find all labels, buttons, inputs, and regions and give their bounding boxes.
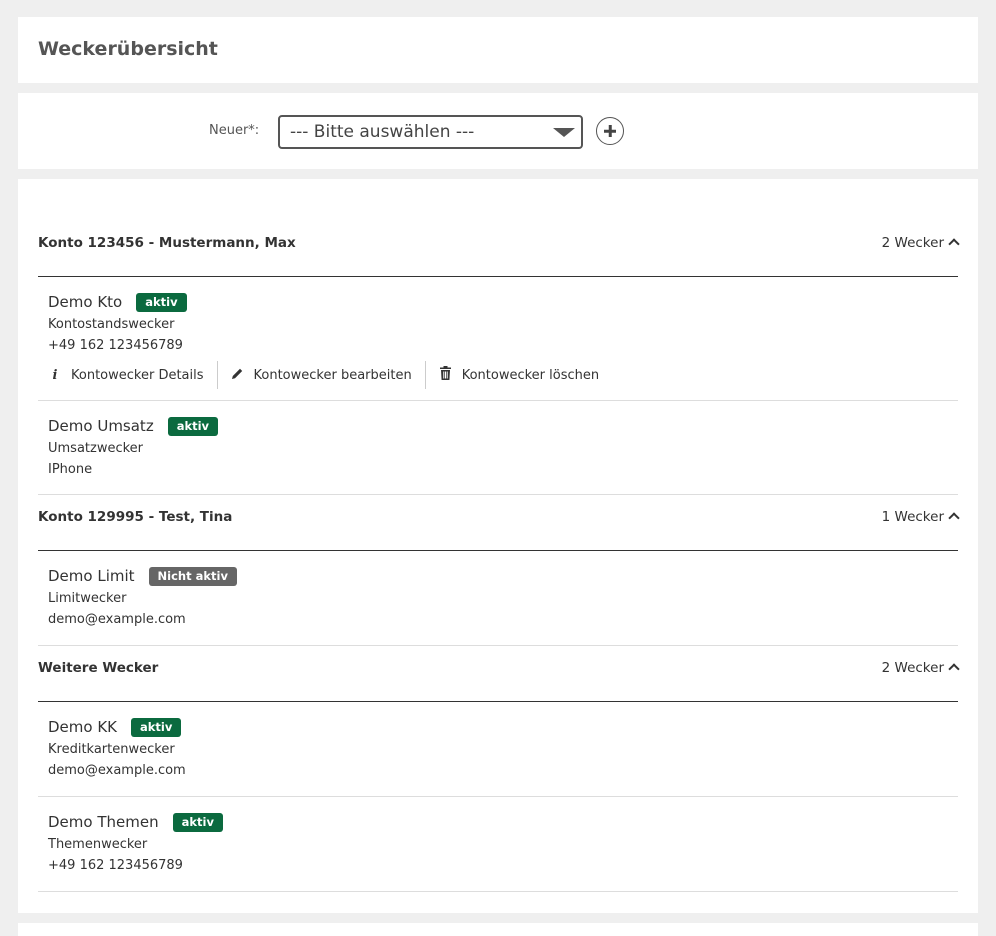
chevron-up-icon [948, 238, 960, 250]
alarm-type-select-value: --- Bitte auswählen --- [290, 122, 475, 142]
alarm-type: Kreditkartenwecker [48, 742, 175, 757]
edit-link[interactable]: Kontowecker bearbeiten [216, 361, 425, 389]
alarm-contact: demo@example.com [48, 612, 186, 627]
alarm-contact: +49 162 123456789 [48, 858, 183, 873]
group-count: 1 Wecker [881, 509, 944, 525]
alarm-list: Konto 123456 - Mustermann, Max 2 Wecker … [18, 179, 978, 913]
alarm-type-select[interactable]: --- Bitte auswählen --- [278, 115, 583, 149]
alarm-type: Umsatzwecker [48, 441, 144, 456]
group-toggle[interactable]: 2 Wecker [881, 660, 960, 676]
group-toggle[interactable]: 1 Wecker [881, 509, 960, 525]
new-alarm-panel: Neuer*: --- Bitte auswählen --- [18, 93, 978, 169]
alarm-contact: +49 162 123456789 [48, 338, 183, 353]
group-toggle[interactable]: 2 Wecker [881, 235, 960, 251]
alarm-type: Limitwecker [48, 591, 127, 606]
status-badge: aktiv [136, 293, 187, 312]
delete-label: Kontowecker löschen [461, 367, 600, 383]
group-count: 2 Wecker [881, 235, 944, 251]
details-link[interactable]: i Kontowecker Details [48, 361, 217, 389]
group-title: Konto 123456 - Mustermann, Max [38, 235, 296, 251]
page-header: Weckerübersicht [18, 17, 978, 83]
alarm-item: Demo Kto aktiv Kontostandswecker +49 162 … [38, 277, 958, 401]
status-badge: Nicht aktiv [148, 567, 237, 586]
alarm-name: Demo Themen [48, 813, 159, 831]
alarm-item: Demo Limit Nicht aktiv Limitwecker demo@e… [38, 551, 958, 646]
account-group-header: Konto 129995 - Test, Tina 1 Wecker [38, 495, 960, 551]
dropdown-arrow-icon [553, 128, 575, 137]
account-group-header: Konto 123456 - Mustermann, Max 2 Wecker [38, 221, 960, 277]
other-group-header: Weitere Wecker 2 Wecker [38, 646, 960, 702]
footer-panel [18, 923, 978, 936]
new-alarm-label: Neuer*: [209, 123, 260, 138]
status-badge: aktiv [131, 718, 182, 737]
alarm-name: Demo Limit [48, 567, 135, 585]
status-badge: aktiv [172, 813, 223, 832]
group-title: Weitere Wecker [38, 660, 159, 676]
group-title: Konto 129995 - Test, Tina [38, 509, 233, 525]
alarm-contact: IPhone [48, 462, 93, 477]
chevron-up-icon [948, 663, 960, 675]
delete-link[interactable]: Kontowecker löschen [424, 361, 612, 389]
alarm-type: Kontostandswecker [48, 317, 175, 332]
alarm-type: Themenwecker [48, 837, 148, 852]
group-count: 2 Wecker [881, 660, 944, 676]
page-title: Weckerübersicht [38, 38, 218, 60]
alarm-actions: i Kontowecker Details Kontowecker bearbe… [48, 361, 612, 389]
alarm-name: Demo KK [48, 718, 118, 736]
trash-icon [439, 366, 453, 384]
alarm-name: Demo Kto [48, 293, 123, 311]
info-icon: i [52, 367, 58, 383]
edit-label: Kontowecker bearbeiten [253, 367, 412, 383]
chevron-up-icon [948, 512, 960, 524]
alarm-item: Demo Themen aktiv Themenwecker +49 162 12… [38, 797, 958, 892]
alarm-item: Demo Umsatz aktiv Umsatzwecker IPhone [38, 401, 958, 495]
pencil-icon [231, 367, 245, 384]
alarm-contact: demo@example.com [48, 763, 186, 778]
add-alarm-button[interactable] [596, 117, 624, 145]
alarm-item: Demo KK aktiv Kreditkartenwecker demo@exa… [38, 702, 958, 797]
details-label: Kontowecker Details [71, 367, 204, 383]
status-badge: aktiv [167, 417, 219, 436]
alarm-name: Demo Umsatz [48, 417, 154, 435]
